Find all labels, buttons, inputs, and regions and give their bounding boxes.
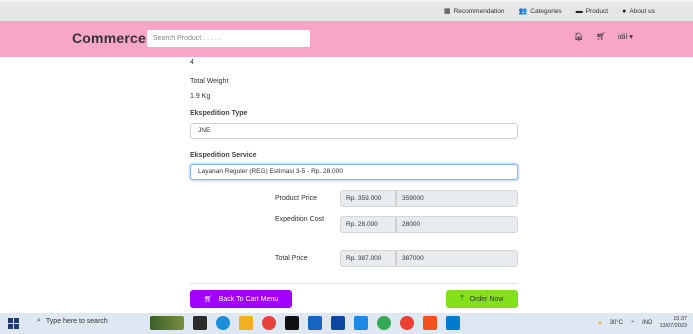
browser-icon[interactable] <box>262 316 276 330</box>
expedition-cost-formatted: Rp. 28.000 <box>340 216 396 233</box>
expedition-service-label: Ekspedition Service <box>190 152 257 159</box>
cart-icon[interactable]: 🛒︎ <box>596 32 606 41</box>
nav-recommendation-label: Recommendation <box>453 7 505 15</box>
language-indicator[interactable]: IND <box>642 320 652 326</box>
top-nav-bar: ▦ Recommendation 👥 Categories ▬ Product … <box>0 0 693 21</box>
divider <box>190 283 518 284</box>
nav-categories[interactable]: 👥 Categories <box>518 7 562 16</box>
order-now-button[interactable]: ⤒ Order Now <box>446 290 518 308</box>
total-price-label: Total Price <box>275 255 308 262</box>
temperature[interactable]: 30°C <box>610 320 623 326</box>
vscode-icon[interactable] <box>446 316 460 330</box>
user-menu[interactable]: idil ▾ <box>618 32 633 41</box>
nav-categories-label: Categories <box>530 7 562 15</box>
product-price-label: Product Price <box>275 195 318 202</box>
back-to-cart-button[interactable]: 🛒︎ Back To Cart Menu <box>190 290 292 308</box>
clock-date: 13/07/2023 <box>659 323 687 329</box>
windows-start-icon[interactable] <box>8 318 19 329</box>
user-name: idil <box>617 32 628 41</box>
nav-recommendation[interactable]: ▦ Recommendation <box>443 7 505 16</box>
search-input[interactable] <box>147 30 310 47</box>
product-price-raw: 359000 <box>396 190 518 207</box>
file-explorer-icon[interactable] <box>239 316 253 330</box>
clock[interactable]: 15:37 13/07/2023 <box>659 316 687 330</box>
nav-about-us-label: About us <box>629 7 655 15</box>
total-price-formatted: Rp. 387.000 <box>340 250 396 267</box>
store-icon[interactable] <box>308 316 322 330</box>
box-icon: ▬ <box>575 7 583 15</box>
chrome-profile-icon[interactable] <box>400 316 414 330</box>
total-weight-label: Total Weight <box>190 78 229 85</box>
expedition-cost-raw: 28000 <box>396 216 518 233</box>
expedition-type-select[interactable]: JNE <box>190 123 518 139</box>
product-price-formatted: Rp. 359.000 <box>340 190 396 207</box>
home-icon[interactable]: 🏠︎ <box>574 32 584 41</box>
expedition-type-label: Ekspedition Type <box>190 110 248 117</box>
upload-icon: ⤒ <box>460 295 464 302</box>
nav-product-label: Product <box>585 7 609 15</box>
cart-icon: 🛒︎ <box>203 296 213 303</box>
clock-time: 15:37 <box>673 316 687 322</box>
expedition-service-select[interactable]: Layanan Reguler (REG) Estimasi 3-5 - Rp.… <box>190 164 518 180</box>
chrome-icon[interactable] <box>377 316 391 330</box>
task-view-icon[interactable] <box>193 316 207 330</box>
taskbar-search[interactable]: ⌕ Type here to search <box>37 317 108 325</box>
app-icon[interactable] <box>354 316 368 330</box>
chevron-down-icon: ▾ <box>629 32 633 41</box>
total-weight-value: 1.9 Kg <box>190 93 211 100</box>
back-to-cart-label: Back To Cart Menu <box>218 295 279 303</box>
header-bar: Commerce 🏠︎ 🛒︎ idil ▾ <box>0 21 693 57</box>
taskbar-search-placeholder: Type here to search <box>45 317 108 325</box>
nav-about-us[interactable]: ● About us <box>622 7 655 15</box>
people-icon: 👥 <box>518 8 528 15</box>
top-nav: ▦ Recommendation 👥 Categories ▬ Product … <box>443 7 655 16</box>
weather-widget-icon[interactable] <box>150 316 184 330</box>
info-icon: ● <box>622 7 627 15</box>
header-actions: 🏠︎ 🛒︎ idil ▾ <box>574 32 633 41</box>
search-icon: ⌕ <box>37 317 41 324</box>
edge-icon[interactable] <box>216 316 230 330</box>
quantity-value: 4 <box>190 59 194 66</box>
chevron-up-icon[interactable]: ⌃ <box>630 320 635 327</box>
mail-icon[interactable] <box>331 316 345 330</box>
netflix-icon[interactable] <box>285 316 299 330</box>
brand-logo[interactable]: Commerce <box>72 30 146 46</box>
system-tray: ☀ 30°C ⌃ IND 15:37 13/07/2023 <box>597 316 687 330</box>
taskbar-apps <box>150 316 460 330</box>
order-now-label: Order Now <box>469 295 504 303</box>
total-price-raw: 387000 <box>396 250 518 267</box>
weather-icon: ☀ <box>597 320 603 327</box>
expedition-cost-label: Expedition Cost <box>275 216 325 223</box>
nav-product[interactable]: ▬ Product <box>576 7 608 15</box>
checkout-form: 4 Total Weight 1.9 Kg Ekspedition Type J… <box>0 57 693 313</box>
code-app-icon[interactable] <box>423 316 437 330</box>
windows-taskbar: ⌕ Type here to search ☀ 30°C ⌃ IND 15:37… <box>0 313 693 334</box>
list-icon: ▦ <box>443 8 451 15</box>
